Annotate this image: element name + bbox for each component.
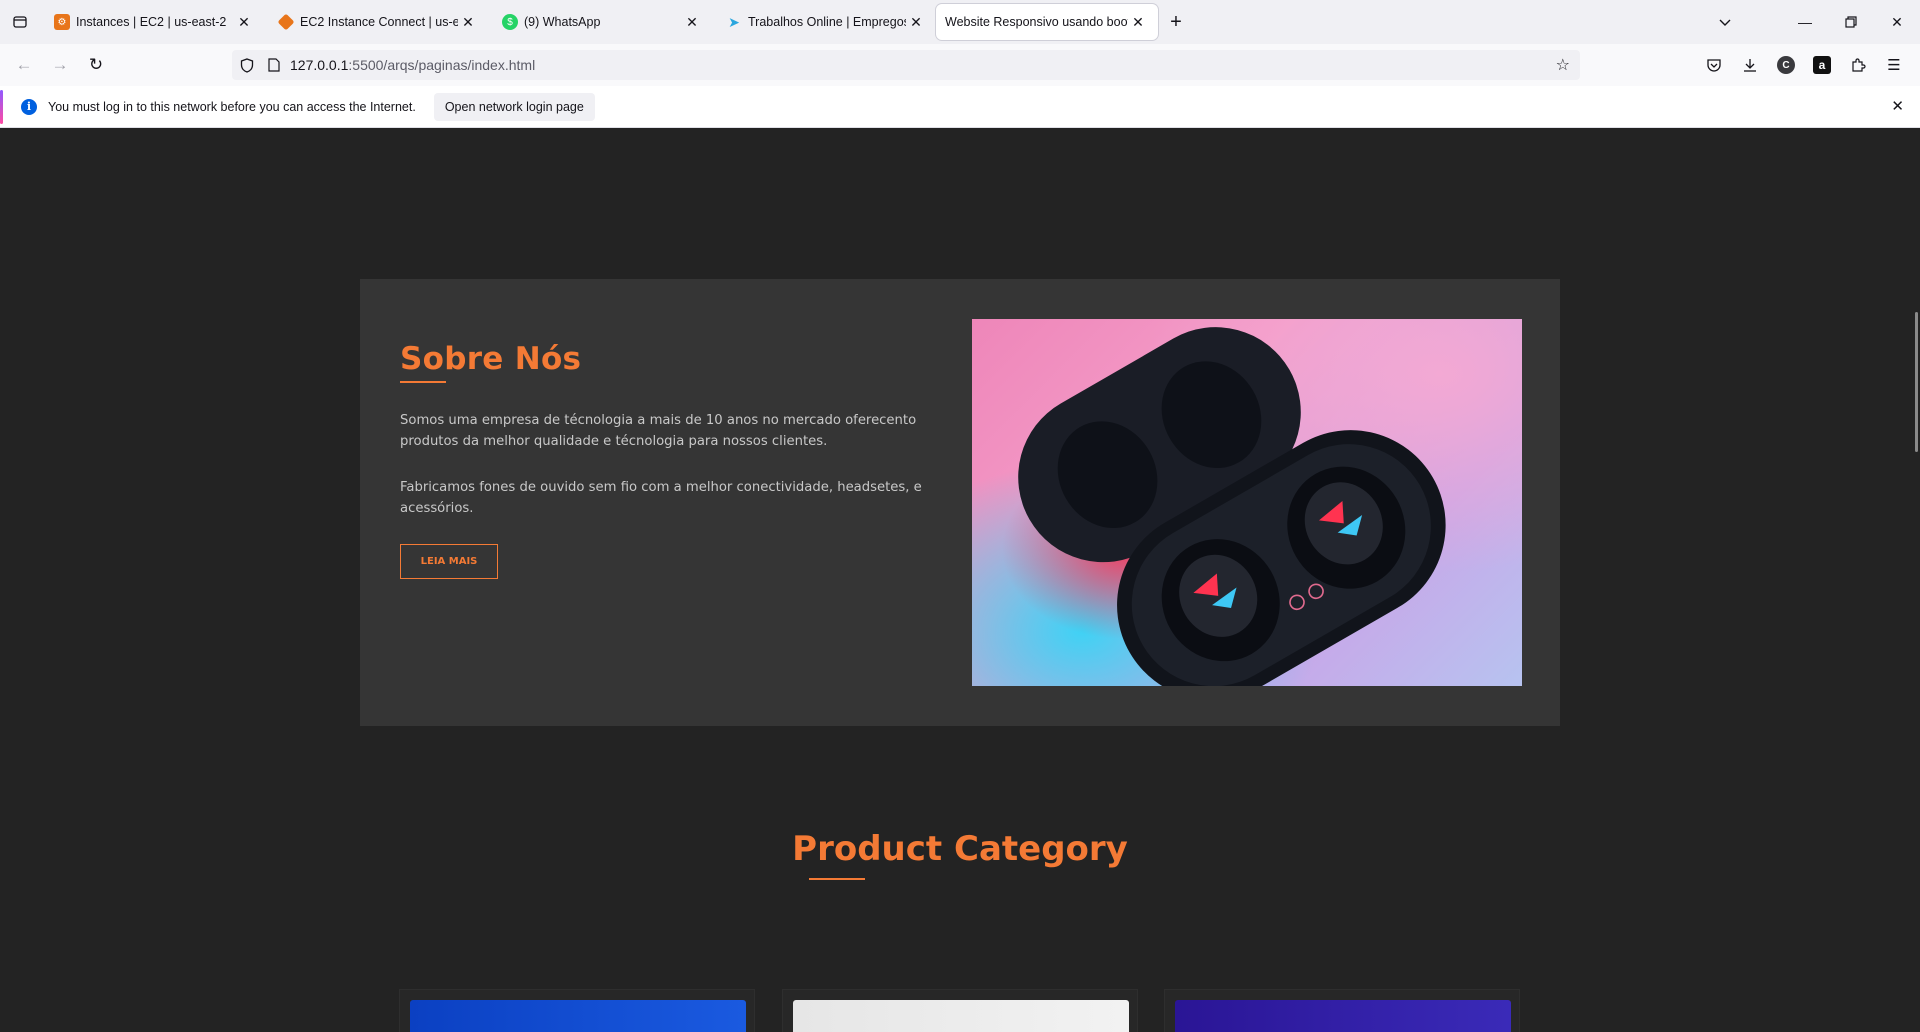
close-tab-icon[interactable]: ✕: [1128, 12, 1148, 32]
title-underline: [400, 381, 446, 383]
page-scrollbar[interactable]: [1915, 312, 1918, 452]
downloads-icon[interactable]: [1732, 49, 1768, 81]
info-icon: i: [21, 98, 37, 115]
earbuds-image: [972, 319, 1522, 686]
tab-whatsapp[interactable]: $ (9) WhatsApp ✕: [488, 4, 712, 40]
window-controls: — ✕: [1782, 0, 1920, 44]
notification-message: You must log in to this network before y…: [48, 99, 416, 114]
minimize-icon[interactable]: —: [1782, 0, 1828, 44]
workana-icon: ➤: [728, 13, 740, 30]
list-all-tabs-icon[interactable]: [1705, 0, 1745, 44]
amazon-extension-icon[interactable]: a: [1813, 56, 1831, 74]
category-card-image: [1175, 1000, 1511, 1032]
tab-ec2-instances[interactable]: ⚙ Instances | EC2 | us-east-2 ✕: [40, 4, 264, 40]
url-host: 127.0.0.1: [290, 57, 349, 73]
category-card-image: [793, 1000, 1129, 1032]
menu-hamburger-icon[interactable]: ☰: [1876, 49, 1912, 81]
aws-icon: ⚙: [54, 14, 70, 30]
url-path: :5500/arqs/paginas/index.html: [348, 57, 536, 73]
close-tab-icon[interactable]: ✕: [234, 12, 254, 32]
tab-website-responsivo[interactable]: Website Responsivo usando bootstr ✕: [936, 4, 1158, 40]
tab-title: (9) WhatsApp: [524, 15, 601, 29]
category-title-underline: [809, 878, 865, 880]
back-icon[interactable]: ←: [6, 49, 42, 81]
about-paragraph-2: Fabricamos fones de ouvido sem fio com a…: [400, 480, 922, 516]
category-card[interactable]: [1164, 989, 1520, 1032]
tab-ec2-connect[interactable]: EC2 Instance Connect | us-east ✕: [264, 4, 488, 40]
page-info-icon[interactable]: [262, 58, 286, 72]
address-bar[interactable]: 127.0.0.1:5500/arqs/paginas/index.html ☆: [232, 50, 1580, 80]
close-notification-icon[interactable]: ✕: [1891, 97, 1904, 115]
close-tab-icon[interactable]: ✕: [682, 12, 702, 32]
firefox-view-icon[interactable]: [0, 0, 40, 44]
navigation-toolbar: ← → ↻ 127.0.0.1:5500/arqs/paginas/index.…: [0, 44, 1920, 86]
tab-title: Website Responsivo usando bootstr: [945, 15, 1128, 29]
close-tab-icon[interactable]: ✕: [458, 12, 478, 32]
pocket-icon[interactable]: [1696, 49, 1732, 81]
category-card-image: [410, 1000, 746, 1032]
category-card[interactable]: [782, 989, 1138, 1032]
tab-title: Trabalhos Online | Empregos de: [748, 15, 906, 29]
about-paragraph-1: Somos uma empresa de técnologia a mais d…: [400, 413, 917, 449]
aws-cube-icon: [277, 13, 295, 31]
close-window-icon[interactable]: ✕: [1874, 0, 1920, 44]
close-tab-icon[interactable]: ✕: [906, 12, 926, 32]
about-section: Sobre Nós Somos uma empresa de técnologi…: [360, 279, 1560, 726]
read-more-button[interactable]: LEIA MAIS: [400, 544, 498, 579]
category-card[interactable]: [399, 989, 755, 1032]
url-text[interactable]: 127.0.0.1:5500/arqs/paginas/index.html: [290, 57, 535, 73]
extensions-puzzle-icon[interactable]: [1840, 49, 1876, 81]
tab-workana[interactable]: ➤ Trabalhos Online | Empregos de ✕: [712, 4, 936, 40]
restore-icon[interactable]: [1828, 0, 1874, 44]
tab-bar: ⚙ Instances | EC2 | us-east-2 ✕ EC2 Inst…: [0, 0, 1920, 44]
bookmark-star-icon[interactable]: ☆: [1556, 55, 1570, 75]
forward-icon[interactable]: →: [42, 49, 78, 81]
new-tab-icon[interactable]: +: [1158, 4, 1194, 40]
captive-portal-notification: i You must log in to this network before…: [0, 86, 1920, 128]
product-category-title: Product Category: [792, 829, 1128, 869]
tab-title: Instances | EC2 | us-east-2: [76, 15, 227, 29]
open-login-page-button[interactable]: Open network login page: [433, 92, 595, 121]
page-viewport: Sobre Nós Somos uma empresa de técnologi…: [0, 129, 1920, 1032]
extension-c-icon[interactable]: C: [1777, 56, 1795, 74]
whatsapp-icon: $: [502, 14, 518, 30]
toolbar-buttons: C a ☰: [1696, 44, 1920, 86]
tab-title: EC2 Instance Connect | us-east: [300, 15, 458, 29]
tracking-protection-icon[interactable]: [232, 57, 262, 73]
about-title: Sobre Nós: [400, 341, 582, 377]
reload-icon[interactable]: ↻: [78, 49, 114, 81]
